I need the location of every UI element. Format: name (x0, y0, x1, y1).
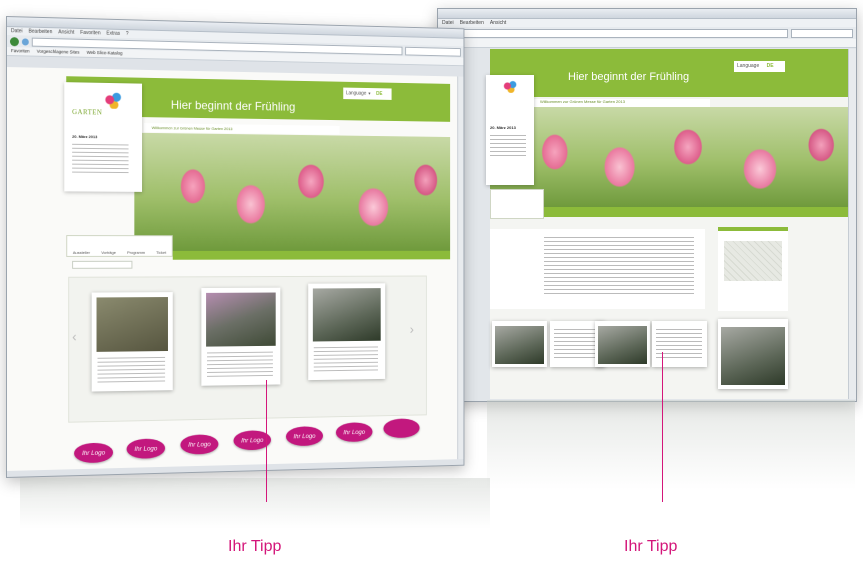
left-headline: Hier beginnt der Frühling (170, 97, 296, 114)
left-hero-image (134, 132, 451, 251)
right-date-line: 20. März 2013 (490, 125, 516, 130)
right-photo-3 (598, 326, 647, 364)
left-date-line: 20. März 2013 (72, 133, 98, 140)
right-callout-line (662, 352, 663, 502)
sponsor-logo-pill-6[interactable]: Ihr Logo (335, 422, 373, 443)
favorites-item[interactable]: Web Slice-Katalog (87, 50, 123, 56)
left-search-box[interactable] (405, 46, 461, 57)
right-map-card (718, 227, 788, 311)
right-favorites-bar (438, 39, 856, 48)
left-teaser-card-3[interactable] (308, 283, 386, 381)
menu-item[interactable]: Ansicht (490, 20, 506, 26)
back-button[interactable] (9, 36, 19, 46)
sponsor-logo-pill-5[interactable]: Ihr Logo (285, 426, 324, 447)
right-photo-card-5[interactable] (718, 319, 788, 389)
language-label: Language (345, 90, 367, 97)
menu-item[interactable]: Datei (11, 28, 23, 34)
menu-item[interactable]: ? (126, 31, 129, 37)
forward-button[interactable] (21, 37, 29, 46)
left-teaser-photo-2 (206, 292, 276, 347)
right-address-bar[interactable] (453, 28, 788, 38)
menu-item[interactable]: Ansicht (58, 29, 74, 35)
slider-prev-arrow-icon[interactable]: ‹ (72, 328, 77, 344)
right-hero-image (490, 107, 850, 207)
left-logo-text-lines (72, 143, 129, 175)
tab-programm[interactable]: Programm (127, 250, 145, 255)
tab-aussteller[interactable]: Aussteller (73, 250, 90, 255)
slider-next-arrow-icon[interactable]: › (410, 321, 414, 336)
right-nav-bar (438, 27, 856, 39)
right-photo-1 (495, 326, 544, 364)
left-logo-card: GARTEN 20. März 2013 (64, 82, 143, 192)
right-content-left (490, 229, 705, 309)
right-logo-card: 20. März 2013 (486, 75, 534, 185)
right-photo-card-4[interactable] (652, 321, 707, 367)
right-window-reflection (487, 400, 855, 490)
menu-item[interactable]: Extras (106, 31, 120, 37)
menu-item[interactable]: Datei (442, 20, 454, 26)
left-icon-tabs: Aussteller Vorträge Programm Ticket (66, 235, 173, 257)
right-photo-card-1[interactable] (492, 321, 547, 367)
flower-logo-icon (502, 79, 520, 93)
right-browser-window: Datei Bearbeiten Ansicht Hier beginnt der … (437, 8, 857, 402)
right-nav-band (540, 207, 850, 217)
right-logo-text-lines (490, 135, 526, 157)
language-code: DE (376, 91, 383, 97)
left-callout-line (266, 380, 267, 502)
favorites-item[interactable]: Favoriten (11, 48, 30, 53)
menu-item[interactable]: Bearbeiten (460, 20, 484, 26)
menu-item[interactable]: Bearbeiten (29, 29, 53, 36)
right-icon-tabs[interactable] (490, 189, 544, 219)
menu-item[interactable]: Favoriten (80, 30, 100, 36)
left-teaser-photo-1 (96, 297, 168, 352)
left-teaser-text-3 (313, 346, 378, 375)
left-teaser-text-2 (207, 351, 273, 380)
left-teaser-card-2[interactable] (201, 287, 281, 386)
right-menu-bar: Datei Bearbeiten Ansicht (438, 19, 856, 27)
sponsor-logo-pill-1[interactable]: Ihr Logo (74, 442, 114, 464)
right-list-lines (544, 237, 694, 297)
right-scrollbar[interactable] (848, 49, 856, 399)
chevron-down-icon: ▼ (367, 90, 372, 96)
language-label: Language (737, 63, 760, 69)
left-callout-label: Ihr Tipp (228, 538, 282, 555)
favorites-item[interactable]: Vorgeschlagene Sites (37, 49, 80, 55)
right-photo-5 (721, 327, 785, 385)
right-page-viewport: Hier beginnt der Frühling Language DE Wi… (486, 49, 850, 399)
left-search-input[interactable] (72, 260, 133, 269)
right-callout-label: Ihr Tipp (624, 538, 678, 555)
sponsor-logo-pill-7[interactable] (383, 418, 420, 439)
left-window-reflection (20, 478, 490, 528)
flower-logo-icon (103, 90, 125, 109)
right-title-bar (438, 9, 856, 19)
right-headline: Hier beginnt der Frühling (568, 71, 690, 83)
left-language-selector[interactable]: Language ▼ DE (343, 87, 392, 100)
left-scrollbar[interactable] (457, 76, 465, 460)
left-teaser-card-1[interactable] (91, 292, 173, 392)
left-page-viewport: Hier beginnt der Frühling Language ▼ DE … (6, 67, 458, 471)
sponsor-logo-pill-3[interactable]: Ihr Logo (180, 434, 219, 455)
logo-wordmark: GARTEN (72, 108, 103, 117)
right-photo-card-3[interactable] (595, 321, 650, 367)
left-nav-band (172, 250, 451, 260)
right-search-box[interactable] (791, 28, 853, 38)
right-photo-2-text (554, 329, 600, 361)
sponsor-logo-pill-2[interactable]: Ihr Logo (126, 438, 166, 459)
tab-ticket[interactable]: Ticket (156, 250, 166, 255)
left-teaser-photo-3 (312, 288, 381, 342)
map-thumbnail[interactable] (724, 241, 782, 281)
right-language-selector[interactable]: Language DE (734, 61, 785, 72)
left-teaser-text-1 (97, 356, 166, 386)
tab-vortraege[interactable]: Vorträge (101, 250, 116, 255)
language-code: DE (766, 63, 774, 69)
left-browser-window: Datei Bearbeiten Ansicht Favoriten Extras? F… (6, 16, 465, 478)
